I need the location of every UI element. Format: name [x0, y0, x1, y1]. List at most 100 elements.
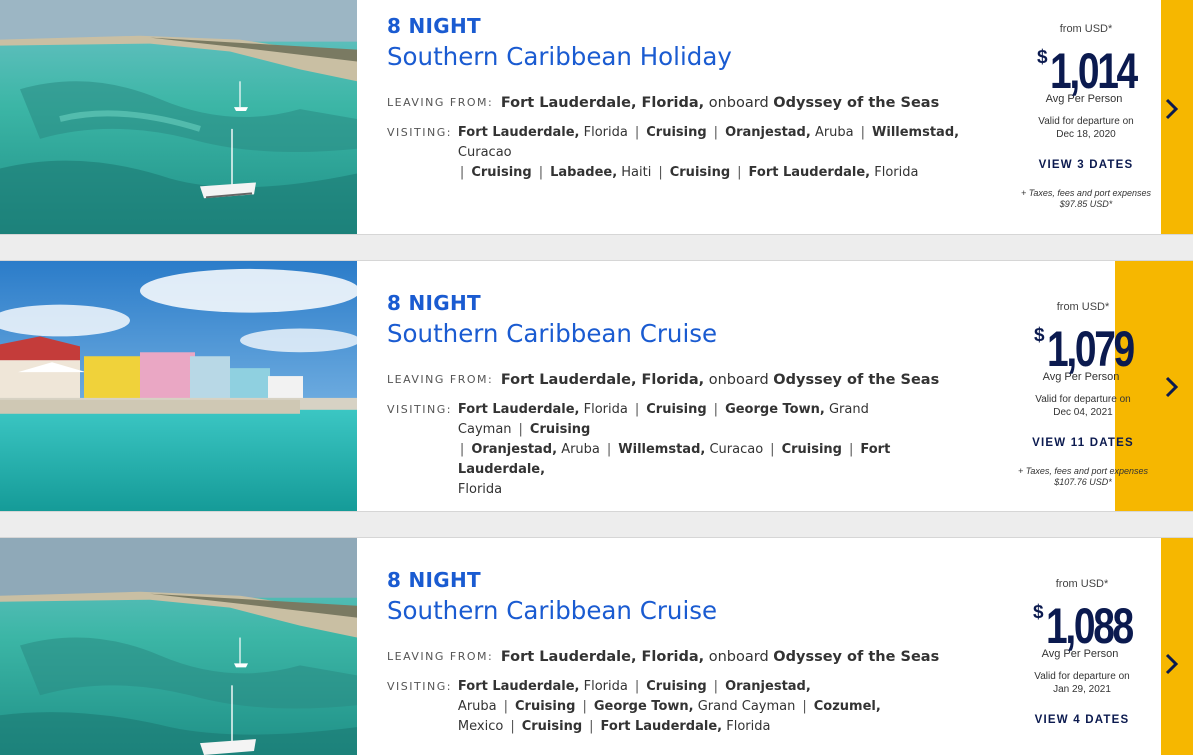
view-dates-button[interactable]: VIEW 4 DATES: [996, 714, 1168, 726]
departure-port: Fort Lauderdale, Florida,: [500, 649, 705, 665]
port-region: Florida: [874, 165, 919, 180]
port-region: Florida: [583, 125, 628, 140]
port-name: Oranjestad,: [725, 679, 811, 694]
port-name: Cruising: [646, 125, 707, 140]
port-name: Fort Lauderdale,: [600, 719, 723, 734]
from-usd-label: from USD*: [1055, 578, 1109, 590]
valid-label: Valid for departure on: [1035, 394, 1131, 405]
onboard-text: onboard: [708, 649, 769, 665]
port-name: Willemstad,: [872, 125, 960, 140]
onboard-text: onboard: [708, 95, 769, 111]
leaving-from: LEAVING FROM: Fort Lauderdale, Florida, …: [387, 649, 967, 665]
departure-port: Fort Lauderdale, Florida,: [500, 95, 705, 111]
port-name: Cruising: [669, 165, 731, 180]
port-name: Labadee,: [550, 165, 618, 180]
chevron-right-icon[interactable]: [1165, 653, 1179, 675]
valid-for-departure: Valid for departure on Jan 29, 2021: [996, 670, 1168, 696]
port-name: George Town,: [593, 699, 694, 714]
taxes-amount: $97.85 USD*: [1059, 199, 1113, 209]
chevron-right-icon[interactable]: [1165, 376, 1179, 398]
view-dates-button[interactable]: VIEW 11 DATES: [997, 437, 1169, 449]
port-name: Cruising: [471, 165, 532, 180]
cruise-title[interactable]: Southern Caribbean Cruise: [387, 596, 967, 625]
ship-name: Odyssey of the Seas: [773, 372, 940, 388]
currency-symbol: $: [1037, 47, 1048, 68]
itinerary: VISITING: Fort Lauderdale, Florida | Cruis…: [387, 123, 967, 183]
valid-for-departure: Valid for departure on Dec 04, 2021: [997, 393, 1169, 419]
price-amount: 1,079: [1047, 321, 1135, 377]
currency-symbol: $: [1034, 325, 1045, 346]
port-region: Grand Cayman: [697, 699, 796, 714]
cruise-title[interactable]: Southern Caribbean Cruise: [387, 319, 967, 348]
port-region: Florida: [726, 719, 771, 734]
port-name: Oranjestad,: [725, 125, 811, 140]
port-name: Willemstad,: [618, 442, 706, 457]
port-name: Fort Lauderdale,: [457, 125, 580, 140]
port-region: Haiti: [621, 165, 652, 180]
onboard-text: onboard: [708, 372, 769, 388]
price: $ 1,014: [1000, 43, 1172, 99]
port-region: Aruba: [814, 125, 854, 140]
port-region: Curacao: [709, 442, 764, 457]
port-name: Cruising: [781, 442, 842, 457]
itinerary: VISITING: Fort Lauderdale, Florida | Cruis…: [387, 677, 967, 737]
price-panel: from USD* $ 1,088 Avg Per Person Valid f…: [996, 578, 1168, 726]
cruise-card[interactable]: 8 NIGHT Southern Caribbean Cruise LEAVIN…: [0, 537, 1193, 755]
departure-port: Fort Lauderdale, Florida,: [500, 372, 705, 388]
port-name: Fort Lauderdale,: [457, 679, 580, 694]
price-panel: from USD* $ 1,079 Avg Per Person Valid f…: [997, 301, 1169, 488]
port-name: Oranjestad,: [471, 442, 558, 457]
nights-label: 8 NIGHT: [387, 291, 481, 315]
valid-label: Valid for departure on: [1038, 116, 1134, 127]
visiting-label: VISITING:: [387, 680, 452, 693]
cruise-photo[interactable]: [0, 538, 357, 755]
port-name: Cruising: [529, 422, 591, 437]
departure-date: Dec 04, 2021: [1053, 407, 1113, 418]
taxes-label: + Taxes, fees and port expenses: [1020, 188, 1151, 198]
from-usd-label: from USD*: [1059, 23, 1113, 35]
taxes-label: + Taxes, fees and port expenses: [1017, 466, 1148, 476]
port-region: Florida: [457, 482, 503, 497]
price-amount: 1,088: [1046, 598, 1134, 654]
cruise-card[interactable]: 8 NIGHT Southern Caribbean Cruise LEAVIN…: [0, 260, 1193, 512]
port-region: Aruba: [457, 699, 497, 714]
cruise-card[interactable]: 8 NIGHT Southern Caribbean Holiday LEAVI…: [0, 0, 1193, 235]
port-list: Fort Lauderdale, Florida | Cruising | Oranje…: [457, 125, 960, 180]
port-list: Fort Lauderdale, Florida | Cruising | Oranje…: [457, 679, 881, 734]
itinerary: VISITING: Fort Lauderdale, Florida | Cruis…: [387, 400, 967, 500]
price: $ 1,088: [996, 598, 1168, 654]
port-region: Florida: [583, 679, 628, 694]
port-region: Florida: [583, 402, 628, 417]
from-usd-label: from USD*: [1056, 301, 1110, 313]
port-name: Cruising: [646, 679, 707, 694]
leaving-from: LEAVING FROM: Fort Lauderdale, Florida, …: [387, 95, 967, 111]
port-name: Fort Lauderdale,: [457, 402, 580, 417]
taxes-note: + Taxes, fees and port expenses $97.85 U…: [1000, 188, 1172, 210]
view-dates-button[interactable]: VIEW 3 DATES: [1000, 159, 1172, 171]
price-panel: from USD* $ 1,014 Avg Per Person Valid f…: [1000, 23, 1172, 210]
visiting-label: VISITING:: [387, 126, 452, 139]
departure-date: Jan 29, 2021: [1053, 684, 1111, 695]
port-region: Curacao: [457, 145, 512, 160]
price-amount: 1,014: [1050, 43, 1138, 99]
valid-for-departure: Valid for departure on Dec 18, 2020: [1000, 115, 1172, 141]
port-region: Mexico: [457, 719, 504, 734]
cruise-photo[interactable]: [0, 0, 357, 234]
currency-symbol: $: [1033, 602, 1044, 623]
leaving-from: LEAVING FROM: Fort Lauderdale, Florida, …: [387, 372, 967, 388]
cruise-title[interactable]: Southern Caribbean Holiday: [387, 42, 967, 71]
nights-label: 8 NIGHT: [387, 14, 481, 38]
chevron-right-icon[interactable]: [1165, 98, 1179, 120]
port-name: George Town,: [725, 402, 825, 417]
port-name: Fort Lauderdale,: [748, 165, 871, 180]
nights-label: 8 NIGHT: [387, 568, 481, 592]
leaving-label: LEAVING FROM:: [387, 96, 494, 109]
port-name: Cozumel,: [813, 699, 881, 714]
port-name: Cruising: [515, 699, 576, 714]
leaving-label: LEAVING FROM:: [387, 373, 494, 386]
port-name: Cruising: [521, 719, 583, 734]
ship-name: Odyssey of the Seas: [773, 95, 940, 111]
port-region: Aruba: [561, 442, 600, 457]
visiting-label: VISITING:: [387, 403, 452, 416]
cruise-photo[interactable]: [0, 261, 357, 511]
